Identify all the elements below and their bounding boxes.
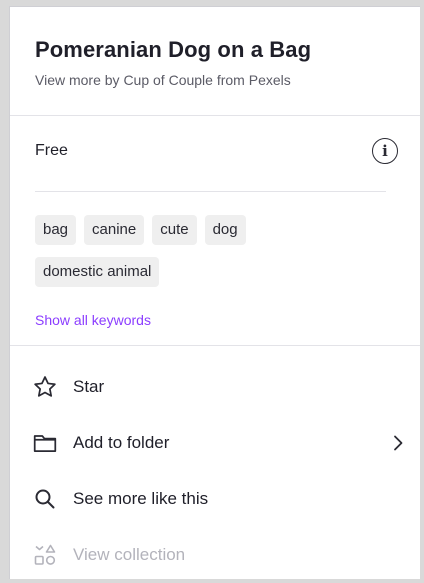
tag-row: bag canine cute dog	[35, 215, 335, 245]
keyword-tags: bag canine cute dog domestic animal	[35, 215, 335, 299]
show-all-keywords-link[interactable]: Show all keywords	[35, 312, 151, 328]
menu-item-star[interactable]: Star	[26, 359, 410, 415]
menu-item-label: View collection	[73, 545, 186, 564]
menu-item-label: See more like this	[73, 489, 209, 508]
author-link[interactable]: View more by Cup of Couple from Pexels	[35, 72, 400, 88]
actions-menu: Star Add to folder See more like this Vi…	[26, 359, 410, 583]
menu-item-label: Star	[73, 377, 105, 396]
image-title: Pomeranian Dog on a Bag	[35, 37, 312, 62]
license-label: Free	[35, 142, 68, 159]
divider	[35, 191, 386, 192]
menu-item-view-collection[interactable]: View collection	[26, 527, 410, 583]
tag-dog[interactable]: dog	[204, 215, 246, 245]
image-details-panel: Pomeranian Dog on a Bag View more by Cup…	[9, 6, 420, 579]
folder-icon	[31, 429, 59, 457]
panel-header: Pomeranian Dog on a Bag View more by Cup…	[35, 37, 400, 88]
menu-item-add-to-folder[interactable]: Add to folder	[26, 415, 410, 471]
info-icon[interactable]: i	[372, 138, 398, 164]
star-icon	[31, 373, 59, 401]
chevron-right-icon	[388, 433, 408, 453]
collection-icon	[31, 541, 59, 569]
tag-bag[interactable]: bag	[35, 215, 77, 245]
search-icon	[31, 485, 59, 513]
divider	[10, 345, 420, 346]
tag-cute[interactable]: cute	[152, 215, 197, 245]
tag-canine[interactable]: canine	[84, 215, 145, 245]
license-row: Free i	[35, 135, 398, 167]
menu-item-see-more-like-this[interactable]: See more like this	[26, 471, 410, 527]
tag-domestic-animal[interactable]: domestic animal	[35, 257, 160, 287]
menu-item-label: Add to folder	[73, 433, 170, 452]
tag-row: domestic animal	[35, 257, 335, 287]
divider	[10, 115, 420, 116]
